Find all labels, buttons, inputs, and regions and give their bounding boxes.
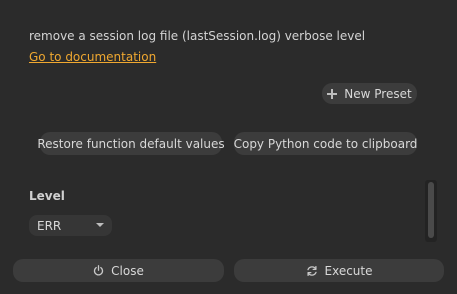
function-description: remove a session log file (lastSession.l… <box>29 29 366 43</box>
level-value: ERR <box>37 218 62 233</box>
scrollbar-thumb[interactable] <box>428 182 434 238</box>
copy-python-button[interactable]: Copy Python code to clipboard <box>234 132 417 155</box>
execute-label: Execute <box>324 263 373 278</box>
restore-defaults-button[interactable]: Restore function default values <box>37 132 225 155</box>
execute-button[interactable]: Execute <box>234 259 444 282</box>
new-preset-label: New Preset <box>344 86 412 101</box>
refresh-icon <box>306 265 318 277</box>
chevron-down-icon <box>96 223 104 227</box>
copy-python-label: Copy Python code to clipboard <box>233 136 418 151</box>
close-label: Close <box>111 263 144 278</box>
restore-defaults-label: Restore function default values <box>37 136 225 151</box>
close-button[interactable]: Close <box>13 259 224 282</box>
new-preset-button[interactable]: New Preset <box>322 83 417 104</box>
documentation-link[interactable]: Go to documentation <box>29 50 156 64</box>
level-label: Level <box>29 189 65 203</box>
level-dropdown[interactable]: ERR <box>29 215 112 236</box>
plus-icon <box>327 88 338 99</box>
power-icon <box>93 265 104 276</box>
